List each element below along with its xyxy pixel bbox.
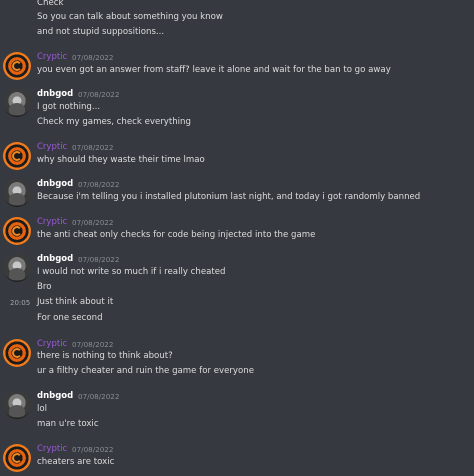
message-timestamp: 07/08/2022 xyxy=(78,90,120,99)
dnbgod-avatar[interactable] xyxy=(3,254,31,282)
message-text: and not stupid suppositions... xyxy=(37,27,165,37)
message-text: For one second xyxy=(37,313,103,323)
message-timestamp: 07/08/2022 xyxy=(72,53,114,62)
message-text: Because i'm telling you i installed plut… xyxy=(37,192,421,202)
cryptic-avatar[interactable] xyxy=(3,217,31,245)
author-name[interactable]: dnbgod xyxy=(37,89,73,100)
message-text: Check xyxy=(37,0,64,8)
chat-message-list: Check So you can talk about something yo… xyxy=(0,0,474,476)
author-name[interactable]: dnbgod xyxy=(37,391,73,402)
author-name[interactable]: Cryptic xyxy=(37,142,67,153)
message-timestamp: 07/08/2022 xyxy=(72,143,114,152)
message-text: lol xyxy=(37,404,48,414)
message-text: cheaters are toxic xyxy=(37,457,115,467)
author-name[interactable]: Cryptic xyxy=(37,217,67,228)
message-timestamp: 07/08/2022 xyxy=(72,218,114,227)
author-name[interactable]: Cryptic xyxy=(37,444,67,455)
message-timestamp: 07/08/2022 xyxy=(78,180,120,189)
message-timestamp: 07/08/2022 xyxy=(72,445,114,454)
message-timestamp: 07/08/2022 xyxy=(72,340,114,349)
message-timestamp: 07/08/2022 xyxy=(78,392,120,401)
dnbgod-avatar[interactable] xyxy=(3,391,31,419)
message-text: why should they waste their time lmao xyxy=(37,155,205,165)
cryptic-avatar[interactable] xyxy=(3,52,31,80)
author-name[interactable]: dnbgod xyxy=(37,179,73,190)
message-text: you even got an answer from staff? leave… xyxy=(37,65,391,75)
message-text: there is nothing to think about? xyxy=(37,351,173,361)
message-text: man u're toxic xyxy=(37,419,99,429)
message-text: Bro xyxy=(37,282,52,292)
message-timestamp: 07/08/2022 xyxy=(78,255,120,264)
hover-timestamp: 20:05 xyxy=(10,299,31,307)
author-name[interactable]: Cryptic xyxy=(37,339,67,350)
message-text: the anti cheat only checks for code bein… xyxy=(37,230,316,240)
message-text: Check my games, check everything xyxy=(37,117,191,127)
message-text: I got nothing... xyxy=(37,102,101,112)
dnbgod-avatar[interactable] xyxy=(3,179,31,207)
message-text: So you can talk about something you know xyxy=(37,12,223,22)
message-text: ur a filthy cheater and ruin the game fo… xyxy=(37,366,255,376)
dnbgod-avatar[interactable] xyxy=(3,89,31,117)
cryptic-avatar[interactable] xyxy=(3,339,31,367)
cryptic-avatar[interactable] xyxy=(3,142,31,170)
author-name[interactable]: Cryptic xyxy=(37,52,67,63)
message-text: Just think about it xyxy=(37,297,114,307)
message-text: I would not write so much if i really ch… xyxy=(37,267,226,277)
author-name[interactable]: dnbgod xyxy=(37,254,73,265)
cryptic-avatar[interactable] xyxy=(3,444,31,472)
